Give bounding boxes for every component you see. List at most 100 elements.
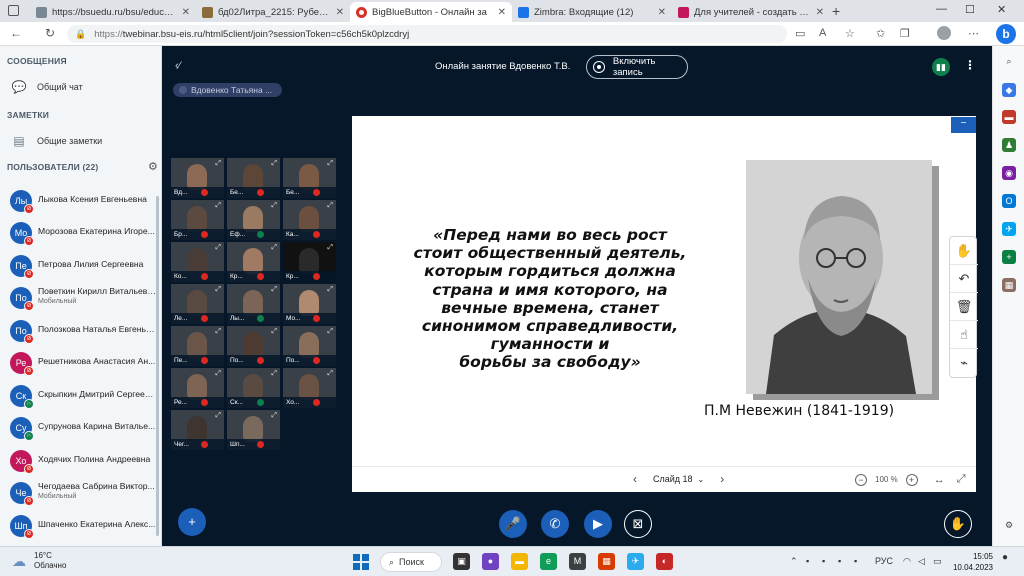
expand-icon[interactable]: ⤢: [327, 286, 333, 294]
video-tile[interactable]: ⤢ Кр...: [283, 242, 336, 282]
edge-browser-icon[interactable]: e: [540, 553, 557, 570]
video-tile[interactable]: ⤢ Ск...: [227, 368, 280, 408]
tray-icon[interactable]: ▪: [854, 556, 857, 566]
expand-icon[interactable]: ⤢: [215, 412, 221, 420]
camera-button[interactable]: ▶: [584, 510, 612, 538]
search-icon[interactable]: ⌕: [1002, 54, 1016, 68]
close-icon[interactable]: ✕: [658, 7, 666, 18]
video-tile[interactable]: ⤢ Кр...: [227, 242, 280, 282]
tag-icon[interactable]: ◆: [1002, 83, 1016, 97]
video-tile[interactable]: ⤢ Бе...: [227, 158, 280, 198]
browser-tab[interactable]: Для учителей - создать тест дл ✕: [672, 2, 830, 22]
chevron-down-icon[interactable]: ⌄: [698, 475, 705, 484]
expand-icon[interactable]: ⤢: [327, 328, 333, 336]
camera-icon[interactable]: ▭: [795, 27, 805, 40]
video-tile[interactable]: ⤢ Мо...: [283, 284, 336, 324]
video-tile[interactable]: ⤢ Еф...: [227, 200, 280, 240]
user-list-scrollbar[interactable]: [156, 196, 159, 536]
task-view-icon[interactable]: ▣: [453, 553, 470, 570]
user-list-item[interactable]: Су ∩ Супрунова Карина Виталье...: [0, 413, 160, 445]
user-list-item[interactable]: Шп ⊘ Шпаченко Екатерина Алекс...: [0, 511, 160, 543]
video-tile[interactable]: ⤢ Ле...: [171, 284, 224, 324]
send-icon[interactable]: ✈: [1002, 222, 1016, 236]
expand-icon[interactable]: ⤢: [327, 160, 333, 168]
browser-tab[interactable]: https://bsuedu.ru/bsu/education ✕: [30, 2, 196, 22]
office-icon[interactable]: ◉: [1002, 166, 1016, 180]
record-button[interactable]: Включить запись: [586, 55, 688, 79]
microphone-button[interactable]: 🎤: [499, 510, 527, 538]
video-tile[interactable]: ⤢ Ка...: [283, 200, 336, 240]
user-list-item[interactable]: Ре ⊘ Решетникова Анастасия Ан...: [0, 348, 160, 380]
video-tile[interactable]: ⤢ Шп...: [227, 410, 280, 450]
collapse-sidebar-icon[interactable]: ‹⁄: [175, 60, 181, 72]
actions-plus-button[interactable]: +: [178, 508, 206, 536]
read-aloud-icon[interactable]: A: [819, 27, 826, 39]
browser-tab[interactable]: Zimbra: Входящие (12) ✕: [512, 2, 672, 22]
raise-hand-button[interactable]: ✋: [944, 510, 972, 538]
zoom-out-icon[interactable]: −: [855, 473, 867, 486]
games-icon[interactable]: ♟: [1002, 138, 1016, 152]
expand-icon[interactable]: ⤢: [327, 244, 333, 252]
profile-avatar[interactable]: [937, 26, 951, 40]
video-tile[interactable]: ⤢ По...: [227, 326, 280, 366]
tray-icon[interactable]: ▪: [838, 556, 841, 566]
favorites-icon[interactable]: ✩: [876, 27, 885, 40]
user-list-item[interactable]: По ⊘ Полозкова Наталья Евгенье...: [0, 316, 160, 348]
language-indicator[interactable]: РУС: [875, 556, 893, 566]
gear-icon[interactable]: ⚙: [148, 160, 158, 173]
user-list-item[interactable]: Пе ⊘ Петрова Лилия Сергеевна: [0, 251, 160, 283]
user-list-item[interactable]: Мо ⊘ Морозова Екатерина Игоре...: [0, 218, 160, 250]
options-menu-icon[interactable]: ⋮: [964, 58, 976, 72]
expand-icon[interactable]: ⤢: [215, 286, 221, 294]
expand-icon[interactable]: ⤢: [215, 160, 221, 168]
battery-icon[interactable]: ▭: [933, 556, 942, 567]
more-menu-icon[interactable]: ⋯: [968, 27, 979, 40]
outlook-icon[interactable]: O: [1002, 194, 1016, 208]
notification-icon[interactable]: ●: [1002, 552, 1008, 563]
add-icon[interactable]: +: [1002, 250, 1016, 264]
back-icon[interactable]: ←: [10, 26, 22, 40]
video-tile[interactable]: ⤢ Бр...: [171, 200, 224, 240]
user-list-item[interactable]: Ск ∩ Скрыпкин Дмитрий Сергеев...: [0, 381, 160, 413]
new-tab-button[interactable]: +: [832, 3, 840, 19]
next-slide-icon[interactable]: ›: [720, 472, 724, 486]
tray-icon[interactable]: ▪: [822, 556, 825, 566]
close-icon[interactable]: ✕: [498, 7, 506, 18]
tab-actions-icon[interactable]: [8, 5, 19, 16]
store-icon[interactable]: M: [569, 553, 586, 570]
telegram-icon[interactable]: ✈: [627, 553, 644, 570]
previous-slide-icon[interactable]: ‹: [633, 472, 637, 486]
connection-status-icon[interactable]: ▮▮: [932, 58, 950, 76]
start-button[interactable]: [353, 554, 369, 570]
video-tile[interactable]: ⤢ Ко...: [171, 242, 224, 282]
collections-icon[interactable]: ❐: [900, 27, 910, 40]
volume-icon[interactable]: ◁: [918, 556, 925, 567]
expand-icon[interactable]: ⤢: [327, 370, 333, 378]
chat-app-icon[interactable]: ●: [482, 553, 499, 570]
shared-notes-link[interactable]: ▤ Общие заметки: [10, 134, 102, 148]
hand-tool-icon[interactable]: ✋: [950, 237, 978, 265]
minimize-presentation-button[interactable]: −: [951, 117, 976, 133]
video-tile[interactable]: ⤢ Ре...: [171, 368, 224, 408]
expand-icon[interactable]: ⤢: [271, 370, 277, 378]
multi-user-icon[interactable]: ☝: [950, 321, 978, 349]
video-tile[interactable]: ⤢ Бе...: [283, 158, 336, 198]
user-list-item[interactable]: Лы ⊘ Лыкова Ксения Евгеньевна: [0, 186, 160, 218]
undo-icon[interactable]: ↶: [950, 265, 978, 293]
shopping-icon[interactable]: ▬: [1002, 110, 1016, 124]
close-icon[interactable]: ✕: [182, 7, 190, 18]
expand-icon[interactable]: ⤢: [215, 328, 221, 336]
close-window-icon[interactable]: ✕: [997, 3, 1006, 16]
expand-icon[interactable]: ⤢: [215, 370, 221, 378]
video-tile[interactable]: ⤢ По...: [283, 326, 336, 366]
video-tile[interactable]: ⤢ Пе...: [171, 326, 224, 366]
close-icon[interactable]: ✕: [816, 7, 824, 18]
settings-icon[interactable]: ⚙: [1002, 518, 1016, 532]
browser-tab[interactable]: бд02Литра_2215: Рубежный ко ✕: [196, 2, 350, 22]
refresh-icon[interactable]: ↻: [45, 26, 55, 40]
user-list-item[interactable]: Хо ⊘ Ходячих Полина Андреевна: [0, 446, 160, 478]
expand-icon[interactable]: ⤢: [215, 244, 221, 252]
expand-icon[interactable]: ⤢: [327, 202, 333, 210]
expand-icon[interactable]: ⤢: [271, 244, 277, 252]
url-field[interactable]: 🔒 https:// twebinar.bsu-eis.ru/html5clie…: [67, 25, 787, 43]
